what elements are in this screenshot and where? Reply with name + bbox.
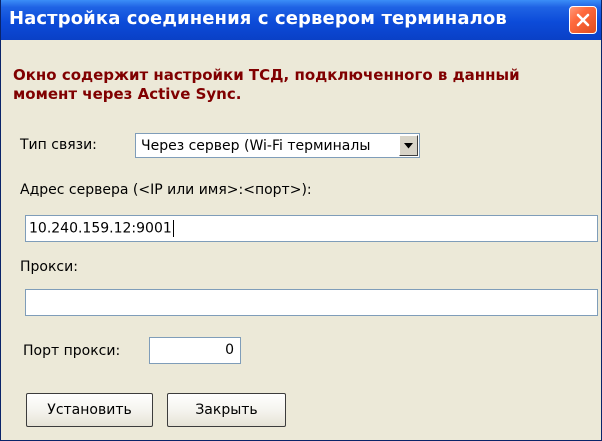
connection-type-select[interactable]: Через сервер (Wi-Fi терминалы (135, 133, 420, 158)
proxy-port-label: Порт прокси: (23, 343, 121, 359)
title-bar[interactable]: Настройка соединения с сервером терминал… (1, 0, 601, 40)
window-title: Настройка соединения с сервером терминал… (9, 8, 507, 29)
connection-type-label: Тип связи: (20, 137, 97, 153)
proxy-label: Прокси: (20, 259, 78, 275)
close-icon (576, 13, 590, 27)
connection-type-dropdown-button[interactable] (399, 135, 418, 156)
proxy-port-value: 0 (225, 342, 234, 358)
chevron-down-icon (404, 142, 413, 148)
close-button[interactable]: Закрыть (167, 393, 286, 427)
close-window-button[interactable] (569, 6, 597, 34)
text-cursor (172, 220, 174, 237)
server-address-input[interactable]: 10.240.159.12:9001 (25, 215, 598, 242)
proxy-input[interactable] (25, 289, 598, 316)
connection-type-value: Через сервер (Wi-Fi терминалы (141, 137, 371, 154)
set-button[interactable]: Установить (26, 393, 153, 427)
server-address-label: Адрес сервера (<IP или имя>:<порт>): (20, 182, 312, 198)
proxy-port-input[interactable]: 0 (149, 337, 241, 364)
settings-dialog: Настройка соединения с сервером терминал… (0, 0, 602, 441)
info-message: Окно содержит настройки ТСД, подключенно… (13, 66, 520, 103)
server-address-value: 10.240.159.12:9001 (29, 220, 172, 237)
